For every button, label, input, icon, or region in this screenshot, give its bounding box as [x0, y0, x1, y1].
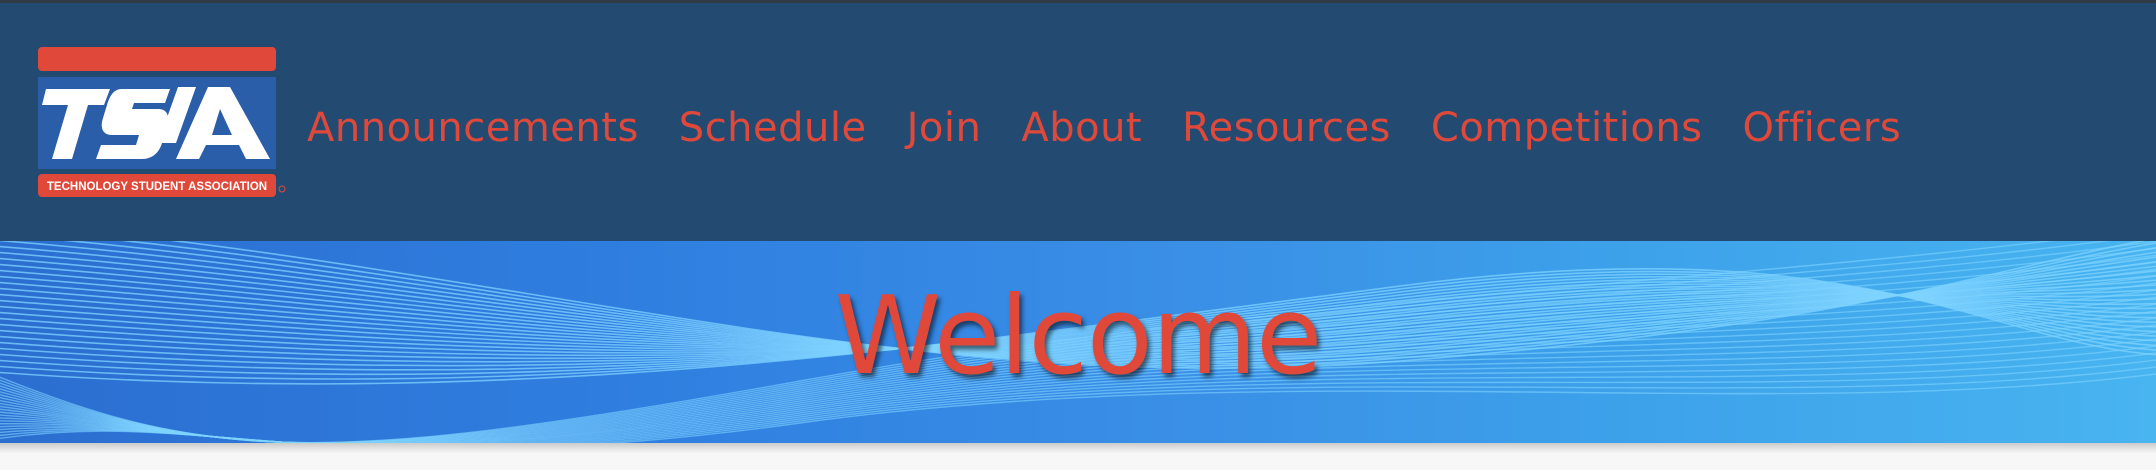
banner-title: Welcome — [834, 274, 1322, 399]
banner-shadow — [0, 443, 2156, 453]
nav-schedule[interactable]: Schedule — [679, 105, 867, 151]
nav-officers[interactable]: Officers — [1743, 105, 1902, 151]
nav-join[interactable]: Join — [907, 105, 982, 151]
tsa-logo[interactable]: TECHNOLOGY STUDENT ASSOCIATION — [38, 47, 288, 197]
nav-about[interactable]: About — [1021, 105, 1142, 151]
site-header: TECHNOLOGY STUDENT ASSOCIATION Announcem… — [0, 0, 2156, 241]
registered-mark-icon — [278, 185, 286, 193]
logo-top-bar — [38, 47, 276, 71]
nav-competitions[interactable]: Competitions — [1431, 105, 1703, 151]
logo-tagline: TECHNOLOGY STUDENT ASSOCIATION — [47, 181, 267, 193]
nav-announcements[interactable]: Announcements — [307, 105, 639, 151]
welcome-banner: Welcome — [0, 241, 2156, 443]
nav-resources[interactable]: Resources — [1182, 105, 1391, 151]
tsa-logo-graphic: TECHNOLOGY STUDENT ASSOCIATION — [38, 47, 286, 197]
main-nav: Announcements Schedule Join About Resour… — [307, 98, 1941, 158]
